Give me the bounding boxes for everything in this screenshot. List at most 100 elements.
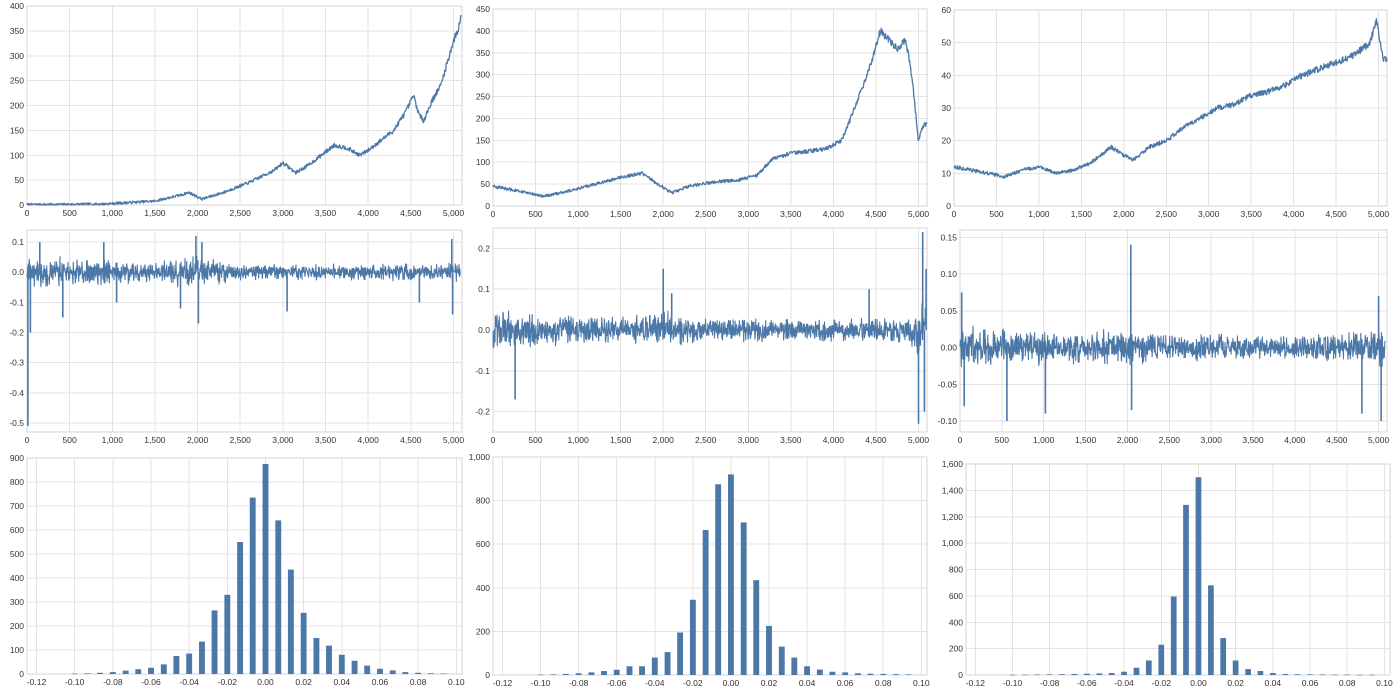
- price-chart-3: 0 500 1,000 1,500 2,000 2,500 3,000 3,500 4,000 4…: [942, 5, 1390, 219]
- histogram-bar: [1034, 674, 1041, 676]
- x-tick-label: 0.06: [1302, 678, 1319, 688]
- y-tick-label: 0.0: [478, 325, 490, 335]
- y-tick-label: 600: [476, 539, 490, 549]
- histogram-bar: [702, 530, 709, 675]
- x-tick-label: 4,000: [358, 208, 380, 218]
- y-tick-label: 700: [10, 501, 24, 511]
- histogram-bar: [1331, 674, 1338, 676]
- x-tick-label: 3,000: [738, 209, 760, 219]
- y-tick-label: 1,000: [469, 452, 491, 462]
- histogram-bar: [415, 672, 422, 674]
- histogram-bar: [728, 474, 734, 675]
- x-tick-label: 0.02: [761, 678, 778, 688]
- y-tick-label: 800: [476, 496, 490, 506]
- histogram-bar: [1046, 674, 1053, 675]
- histogram-bar: [753, 580, 760, 675]
- x-tick-label: 4,000: [823, 209, 845, 219]
- histogram-bar: [224, 594, 231, 674]
- histogram-bar: [1307, 674, 1313, 675]
- histogram-bar: [537, 674, 544, 676]
- x-tick-label: 3,500: [1242, 435, 1264, 445]
- tick-labels: 0 500 1,000 1,500 2,000 2,500 3,000 3,500 4,000 4…: [476, 4, 930, 219]
- histogram-bar: [575, 673, 582, 675]
- y-tick-label: 0.2: [478, 243, 490, 253]
- y-tick-label: 0: [485, 670, 490, 680]
- histogram-bar: [135, 669, 142, 674]
- series-marks: [26, 14, 462, 206]
- x-tick-label: 1,000: [102, 435, 124, 445]
- x-tick-label: 1,500: [1075, 435, 1097, 445]
- histogram-bar: [351, 660, 358, 674]
- histogram-bar: [1369, 674, 1375, 676]
- x-tick-label: 0.08: [875, 678, 892, 688]
- y-tick-label: 0: [946, 201, 951, 211]
- series-marks: [537, 474, 912, 676]
- x-tick-label: 2,500: [230, 435, 252, 445]
- histogram-bar: [1059, 674, 1066, 675]
- x-tick-label: 0.04: [1265, 678, 1282, 688]
- histogram-bar: [1282, 673, 1289, 675]
- x-tick-label: 2,000: [1117, 435, 1139, 445]
- histogram-chart-1: -0.12 -0.10 -0.08 -0.06 -0.04 -0.02 0.00 0.02 0.…: [10, 453, 465, 687]
- x-tick-label: 4,000: [823, 435, 845, 445]
- histogram-bar: [550, 674, 557, 675]
- x-tick-label: -0.04: [645, 678, 665, 688]
- series-marks: [71, 464, 447, 675]
- histogram-bar: [1232, 660, 1239, 675]
- histogram-bar: [249, 497, 256, 674]
- x-tick-label: 3,500: [315, 435, 337, 445]
- x-tick-label: 2,500: [1159, 435, 1181, 445]
- x-tick-label: 1,500: [610, 209, 632, 219]
- histogram-bar: [148, 667, 154, 674]
- x-tick-label: 4,000: [1284, 435, 1306, 445]
- x-tick-label: 5,000: [908, 209, 930, 219]
- y-tick-label: 250: [10, 76, 24, 86]
- histogram-bar: [173, 656, 180, 674]
- plot-frame: [26, 229, 463, 433]
- plot-frame: [26, 457, 463, 675]
- x-tick-label: 0.10: [1376, 678, 1393, 688]
- y-tick-label: 0: [958, 670, 963, 680]
- y-tick-label: 0.00: [940, 343, 957, 353]
- x-tick-label: 0.08: [410, 677, 427, 687]
- histogram-bar: [1108, 673, 1115, 675]
- histogram-bar: [287, 569, 294, 674]
- y-tick-label: 300: [476, 70, 490, 80]
- x-tick-label: -0.02: [218, 677, 238, 687]
- grid-lines: [953, 9, 1387, 207]
- series-marks: [1009, 477, 1375, 676]
- x-tick-label: 1,500: [610, 435, 632, 445]
- y-tick-label: 0.15: [940, 232, 957, 242]
- x-tick-label: 3,000: [272, 208, 294, 218]
- x-tick-label: 4,500: [400, 208, 422, 218]
- y-tick-label: 10: [942, 168, 952, 178]
- y-tick-label: 100: [476, 157, 490, 167]
- y-tick-label: -0.1: [9, 297, 24, 307]
- x-tick-label: 500: [63, 208, 77, 218]
- histogram-bar: [1121, 671, 1127, 675]
- histogram-bar: [880, 673, 887, 675]
- y-tick-label: 0: [19, 669, 24, 679]
- x-tick-label: 4,500: [1325, 209, 1347, 219]
- y-tick-label: 150: [10, 125, 24, 135]
- histogram-bar: [816, 669, 823, 675]
- histogram-bar: [804, 666, 811, 675]
- y-tick-label: 50: [481, 179, 491, 189]
- histogram-bar: [1356, 674, 1363, 676]
- histogram-bar: [842, 672, 849, 675]
- histogram-bar: [1294, 674, 1301, 675]
- y-tick-label: 400: [476, 26, 490, 36]
- y-tick-label: -0.5: [9, 418, 24, 428]
- y-tick-label: 0.1: [478, 284, 490, 294]
- histogram-bar: [71, 673, 78, 675]
- histogram-bar: [326, 645, 332, 674]
- x-tick-label: 2,000: [187, 208, 209, 218]
- x-tick-label: 1,000: [567, 435, 589, 445]
- y-tick-label: 400: [10, 573, 24, 583]
- y-tick-label: 300: [10, 51, 24, 61]
- x-tick-label: 500: [995, 435, 1009, 445]
- histogram-bar: [740, 522, 747, 675]
- x-tick-label: -0.06: [141, 677, 161, 687]
- histogram-bar: [1145, 660, 1152, 675]
- tick-labels: 0 500 1,000 1,500 2,000 2,500 3,000 3,500 4,000 4…: [942, 5, 1390, 219]
